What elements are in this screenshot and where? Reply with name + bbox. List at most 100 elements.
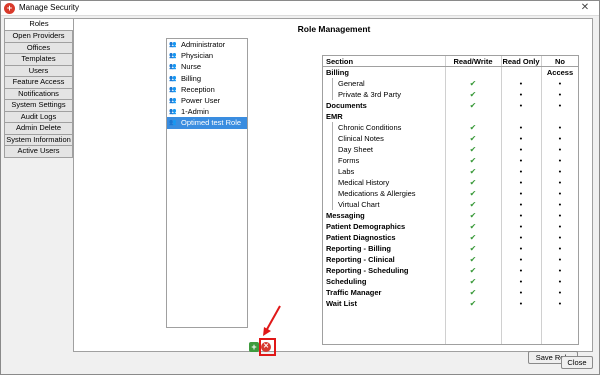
read-write-cell[interactable]: ✔ [445, 199, 501, 210]
read-write-cell[interactable]: ✔ [445, 166, 501, 177]
read-write-cell[interactable]: ✔ [445, 122, 501, 133]
no-access-cell[interactable]: • [541, 177, 579, 188]
read-write-cell[interactable]: ✔ [445, 155, 501, 166]
users-group-icon: 👥 [169, 97, 177, 104]
read-only-cell[interactable]: • [501, 276, 541, 287]
no-access-cell[interactable]: • [541, 221, 579, 232]
read-write-cell[interactable]: ✔ [445, 254, 501, 265]
no-access-cell[interactable]: • [541, 188, 579, 199]
read-only-cell[interactable]: • [501, 144, 541, 155]
read-only-cell[interactable]: • [501, 243, 541, 254]
tab-notifications[interactable]: Notifications [4, 88, 73, 100]
no-access-cell[interactable]: • [541, 133, 579, 144]
tab-admin-delete[interactable]: Admin Delete [4, 123, 73, 135]
read-write-cell[interactable]: ✔ [445, 78, 501, 89]
role-list-item[interactable]: 👥 Optimed test Role [167, 117, 247, 129]
read-write-cell[interactable]: ✔ [445, 276, 501, 287]
read-write-cell[interactable]: ✔ [445, 133, 501, 144]
close-button[interactable]: Close [561, 356, 593, 369]
read-only-cell[interactable]: • [501, 188, 541, 199]
read-only-cell[interactable]: • [501, 155, 541, 166]
no-access-cell[interactable]: • [541, 166, 579, 177]
read-write-cell[interactable]: ✔ [445, 210, 501, 221]
no-access-cell[interactable]: • [541, 298, 579, 309]
read-only-cell[interactable]: • [501, 232, 541, 243]
no-access-cell[interactable]: • [541, 144, 579, 155]
table-row: Reporting - Billing ✔ • • [323, 243, 578, 254]
section-label: Chronic Conditions [338, 123, 402, 132]
section-label: Forms [338, 156, 360, 165]
tab-offices[interactable]: Offices [4, 42, 73, 54]
read-only-cell[interactable]: • [501, 78, 541, 89]
no-access-cell[interactable]: • [541, 254, 579, 265]
read-only-cell[interactable]: • [501, 122, 541, 133]
window-close-icon[interactable]: ✕ [577, 1, 593, 14]
no-access-cell[interactable]: • [541, 210, 579, 221]
tab-templates[interactable]: Templates [4, 54, 73, 66]
section-label: Documents [326, 101, 367, 110]
table-row: Billing [323, 67, 578, 78]
no-access-cell[interactable]: • [541, 276, 579, 287]
tab-feature-access[interactable]: Feature Access [4, 77, 73, 89]
add-role-button[interactable]: + [249, 342, 259, 352]
no-access-cell[interactable]: • [541, 287, 579, 298]
no-access-cell[interactable]: • [541, 243, 579, 254]
no-access-cell[interactable]: • [541, 122, 579, 133]
no-access-cell[interactable]: • [541, 78, 579, 89]
role-list[interactable]: 👥 Administrator 👥 Physician 👥 Nurse 👥 Billing 👥 R… [166, 38, 248, 328]
read-write-cell[interactable]: ✔ [445, 232, 501, 243]
read-only-cell[interactable]: • [501, 166, 541, 177]
read-write-cell[interactable]: ✔ [445, 144, 501, 155]
users-group-icon: 👥 [169, 42, 177, 48]
tab-users[interactable]: Users [4, 65, 73, 77]
read-write-cell[interactable]: ✔ [445, 287, 501, 298]
table-row: Patient Diagnostics ✔ • • [323, 232, 578, 243]
table-row: Messaging ✔ • • [323, 210, 578, 221]
read-write-cell[interactable]: ✔ [445, 265, 501, 276]
role-list-item[interactable]: 👥 Reception [167, 84, 247, 95]
tab-open-providers[interactable]: Open Providers [4, 31, 73, 43]
read-write-cell[interactable]: ✔ [445, 243, 501, 254]
read-write-cell[interactable]: ✔ [445, 100, 501, 111]
read-only-cell[interactable]: • [501, 298, 541, 309]
read-only-cell[interactable]: • [501, 100, 541, 111]
read-only-cell[interactable]: • [501, 133, 541, 144]
tab-system-information[interactable]: System Information [4, 134, 73, 146]
read-only-cell[interactable]: • [501, 287, 541, 298]
role-list-item[interactable]: 👥 Nurse [167, 61, 247, 72]
tree-connector [332, 78, 333, 89]
section-label: EMR [326, 112, 343, 121]
no-access-cell[interactable]: • [541, 232, 579, 243]
read-write-cell[interactable]: ✔ [445, 298, 501, 309]
tab-roles[interactable]: Roles [4, 18, 73, 31]
read-write-cell[interactable]: ✔ [445, 188, 501, 199]
read-only-cell[interactable]: • [501, 221, 541, 232]
tab-system-settings[interactable]: System Settings [4, 100, 73, 112]
section-label: Reporting - Scheduling [326, 266, 409, 275]
read-write-cell[interactable]: ✔ [445, 89, 501, 100]
read-write-cell[interactable]: ✔ [445, 221, 501, 232]
no-access-cell[interactable]: • [541, 155, 579, 166]
role-label: 1-Admin [181, 107, 209, 117]
role-list-item[interactable]: 👥 Physician [167, 50, 247, 61]
read-only-cell[interactable]: • [501, 254, 541, 265]
section-label: Reporting - Billing [326, 244, 391, 253]
role-list-item[interactable]: 👥 Billing [167, 73, 247, 84]
no-access-cell[interactable]: • [541, 89, 579, 100]
table-row: Forms ✔ • • [323, 155, 578, 166]
tab-audit-logs[interactable]: Audit Logs [4, 111, 73, 123]
role-list-item[interactable]: 👥 Administrator [167, 39, 247, 50]
read-only-cell[interactable]: • [501, 210, 541, 221]
read-write-cell[interactable]: ✔ [445, 177, 501, 188]
read-only-cell[interactable]: • [501, 177, 541, 188]
tab-active-users[interactable]: Active Users [4, 146, 73, 158]
no-access-cell[interactable]: • [541, 265, 579, 276]
role-list-item[interactable]: 👥 Power User [167, 95, 247, 106]
no-access-cell[interactable]: • [541, 199, 579, 210]
read-only-cell[interactable]: • [501, 89, 541, 100]
read-only-cell[interactable]: • [501, 265, 541, 276]
role-list-item[interactable]: 👥 1-Admin [167, 106, 247, 117]
read-only-cell[interactable]: • [501, 199, 541, 210]
no-access-cell[interactable]: • [541, 100, 579, 111]
table-row: Documents ✔ • • [323, 100, 578, 111]
